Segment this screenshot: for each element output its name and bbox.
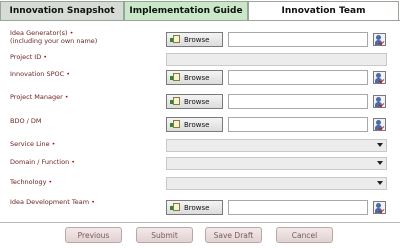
bdo-dm-label-text: BDO / DM <box>10 117 42 125</box>
project-id-field <box>166 53 387 66</box>
cancel-button[interactable]: Cancel <box>276 227 333 243</box>
domain-function-label-text: Domain / Function <box>10 158 70 166</box>
folder-browse-icon <box>170 120 181 129</box>
idea-development-team-browse-button[interactable]: Browse <box>166 200 223 215</box>
browse-label: Browse <box>184 97 210 106</box>
required-marker: • <box>48 178 53 186</box>
chevron-down-icon <box>377 161 383 165</box>
folder-browse-icon <box>170 97 181 106</box>
folder-browse-icon <box>170 73 181 82</box>
required-marker: • <box>69 29 74 37</box>
required-marker: • <box>91 198 95 206</box>
innovation-spoc-label: Innovation SPOC • <box>10 70 70 78</box>
innovation-spoc-label-text: Innovation SPOC <box>10 70 65 78</box>
browse-label: Browse <box>184 35 210 44</box>
people-picker-icon[interactable] <box>373 95 386 108</box>
chevron-down-icon <box>377 143 383 147</box>
service-line-select[interactable] <box>166 139 387 152</box>
domain-function-select[interactable] <box>166 157 387 170</box>
service-line-label: Service Line • <box>10 140 55 148</box>
tab-innovation-snapshot[interactable]: Innovation Snapshot <box>0 1 124 20</box>
save-draft-button[interactable]: Save Draft <box>205 227 262 243</box>
required-marker: • <box>64 93 69 101</box>
tab-divider <box>0 20 400 21</box>
service-line-label-text: Service Line <box>10 140 50 148</box>
people-picker-icon[interactable] <box>373 33 386 46</box>
folder-browse-icon <box>170 203 181 212</box>
required-marker: • <box>43 53 48 61</box>
previous-button[interactable]: Previous <box>65 227 122 243</box>
browse-label: Browse <box>184 73 210 82</box>
idea-generators-label: Idea Generator(s) • (including your own n… <box>10 29 97 45</box>
project-manager-browse-button[interactable]: Browse <box>166 94 223 109</box>
innovation-spoc-browse-button[interactable]: Browse <box>166 70 223 85</box>
people-picker-icon[interactable] <box>373 71 386 84</box>
innovation-spoc-input[interactable] <box>228 70 368 85</box>
project-manager-label-text: Project Manager <box>10 93 63 101</box>
bdo-dm-label: BDO / DM <box>10 117 42 125</box>
tab-bar: Innovation Snapshot Implementation Guide… <box>0 0 400 21</box>
idea-development-team-label-text: Idea Development Team <box>10 198 90 206</box>
required-marker: • <box>51 140 56 148</box>
idea-generators-browse-button[interactable]: Browse <box>166 32 223 47</box>
bdo-dm-input[interactable] <box>228 117 368 132</box>
required-marker: • <box>66 70 71 78</box>
domain-function-label: Domain / Function • <box>10 158 75 166</box>
idea-generators-label-text: Idea Generator(s) <box>10 29 68 37</box>
people-picker-icon[interactable] <box>373 118 386 131</box>
idea-generators-sublabel: (including your own name) <box>10 37 98 45</box>
project-manager-input[interactable] <box>228 94 368 109</box>
chevron-down-icon <box>377 181 383 185</box>
browse-label: Browse <box>184 120 210 129</box>
idea-development-team-label: Idea Development Team • <box>10 198 95 206</box>
bdo-dm-browse-button[interactable]: Browse <box>166 117 223 132</box>
technology-label-text: Technology <box>10 178 47 186</box>
submit-button[interactable]: Submit <box>136 227 193 243</box>
idea-development-team-input[interactable] <box>228 200 368 215</box>
required-marker: • <box>71 158 76 166</box>
project-id-label: Project ID • <box>10 53 47 61</box>
folder-browse-icon <box>170 35 181 44</box>
idea-generators-input[interactable] <box>228 32 368 47</box>
footer-divider <box>0 222 400 223</box>
people-picker-icon[interactable] <box>373 201 386 214</box>
tab-innovation-team[interactable]: Innovation Team <box>248 1 399 20</box>
technology-select[interactable] <box>166 177 387 190</box>
project-manager-label: Project Manager • <box>10 93 69 101</box>
tab-implementation-guide[interactable]: Implementation Guide <box>124 1 248 20</box>
browse-label: Browse <box>184 203 210 212</box>
project-id-label-text: Project ID <box>10 53 42 61</box>
technology-label: Technology • <box>10 178 52 186</box>
